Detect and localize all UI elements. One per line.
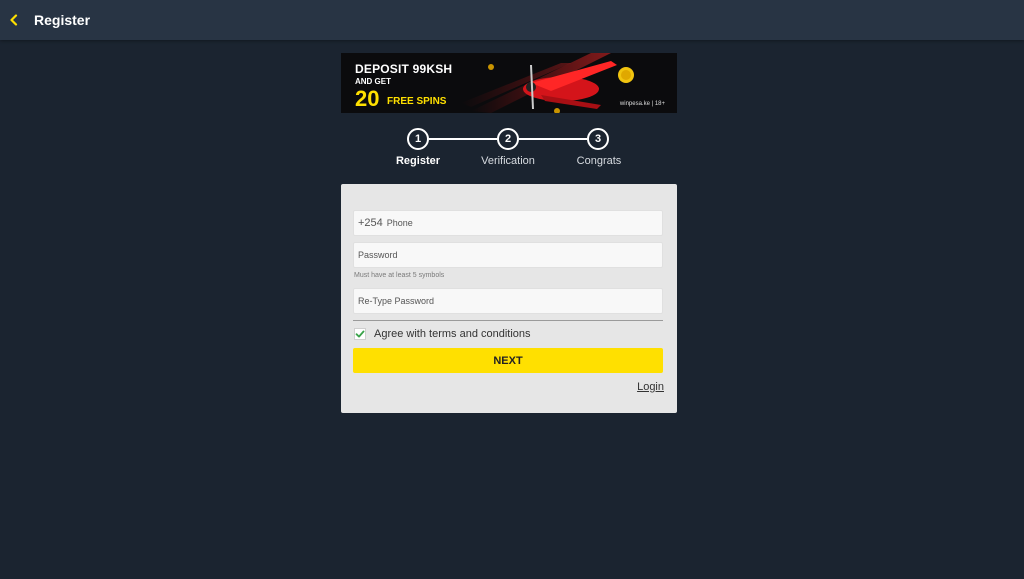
step-2-circle: 2	[497, 128, 519, 150]
step-connector	[519, 138, 587, 140]
top-bar: Register	[0, 0, 1024, 40]
password-field[interactable]	[353, 242, 663, 268]
promo-banner[interactable]: DEPOSIT 99KSH AND GET 20 FREE SPINS winp…	[341, 53, 677, 113]
page-title: Register	[34, 12, 91, 28]
next-button[interactable]: NEXT	[353, 348, 663, 373]
step-connector	[429, 138, 497, 140]
step-1-circle: 1	[407, 128, 429, 150]
form-divider	[353, 320, 663, 321]
registration-form: +254 Must have at least 5 symbols Agree …	[341, 184, 677, 413]
step-1-label: Register	[395, 155, 441, 167]
banner-number: 20	[355, 86, 380, 111]
terms-agreement[interactable]: Agree with terms and conditions	[354, 328, 531, 340]
phone-input[interactable]	[382, 218, 662, 228]
step-3-label: Congrats	[576, 155, 622, 167]
terms-label: Agree with terms and conditions	[374, 328, 531, 340]
step-2-label: Verification	[481, 155, 535, 167]
banner-headline: DEPOSIT 99KSH	[355, 62, 453, 76]
banner-legal: winpesa.ke | 18+	[619, 101, 665, 107]
retype-password-input[interactable]	[354, 296, 662, 306]
retype-password-field[interactable]	[353, 288, 663, 314]
phone-prefix: +254	[358, 217, 383, 229]
step-3-circle: 3	[587, 128, 609, 150]
password-hint: Must have at least 5 symbols	[354, 272, 445, 279]
login-link[interactable]: Login	[637, 381, 664, 393]
phone-field[interactable]: +254	[353, 210, 663, 236]
password-input[interactable]	[354, 250, 662, 260]
back-button[interactable]	[0, 0, 28, 40]
banner-spins: FREE SPINS	[387, 96, 447, 107]
checkmark-icon	[355, 330, 365, 338]
banner-subline: AND GET	[355, 77, 391, 86]
chevron-left-icon	[10, 14, 18, 26]
terms-checkbox[interactable]	[354, 328, 366, 340]
